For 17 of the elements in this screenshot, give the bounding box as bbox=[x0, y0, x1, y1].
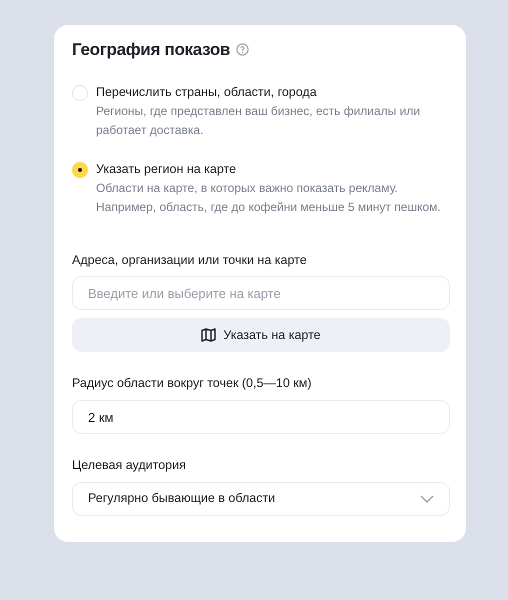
option-label[interactable]: Перечислить страны, области, города bbox=[96, 82, 450, 102]
option-label[interactable]: Указать регион на карте bbox=[96, 160, 450, 178]
dropdown[interactable]: Регулярно бывающие в области bbox=[72, 482, 450, 516]
chevron-down-icon bbox=[420, 494, 434, 503]
field-label: Целевая аудитория bbox=[72, 457, 187, 474]
map-button[interactable]: Указать на карте bbox=[72, 318, 450, 352]
section-title: География показов bbox=[72, 39, 230, 61]
radio-button[interactable] bbox=[72, 84, 88, 100]
input-field[interactable]: 2 км bbox=[72, 400, 450, 434]
radio-button[interactable] bbox=[72, 162, 88, 178]
field-label: Радиус области вокруг точек (0,5—10 км) bbox=[72, 375, 313, 392]
option-description: Области на карте, в которых важно показать рекламу. Например, область, где до кофейни меньше 5 минут пешком. bbox=[96, 180, 442, 216]
input-field[interactable]: Введите или выберите на карте bbox=[72, 276, 450, 310]
option-description: Регионы, где представлен ваш бизнес, есть филиалы или работает доставка. bbox=[96, 102, 422, 138]
help-icon[interactable] bbox=[236, 43, 250, 56]
map-icon bbox=[201, 328, 216, 342]
field-label: Адреса, организации или точки на карте bbox=[72, 252, 308, 269]
